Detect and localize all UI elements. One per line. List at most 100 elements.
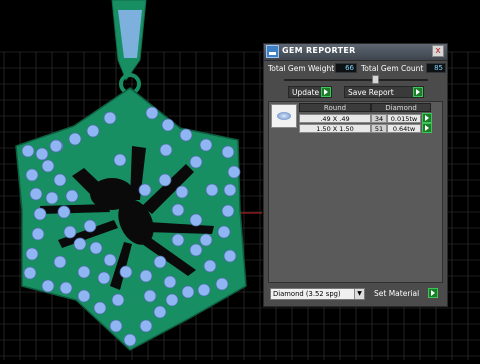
gem bbox=[145, 106, 159, 120]
gem bbox=[35, 147, 49, 161]
gem bbox=[25, 168, 39, 182]
gem bbox=[113, 153, 127, 167]
gem bbox=[59, 281, 73, 295]
total-gem-weight-value: 66 bbox=[335, 63, 357, 73]
gem bbox=[23, 266, 37, 280]
chevron-down-icon[interactable]: ▼ bbox=[354, 289, 364, 299]
gem bbox=[77, 265, 91, 279]
round-gem-thumbnail[interactable] bbox=[271, 104, 297, 128]
gem bbox=[199, 233, 213, 247]
gem bbox=[29, 187, 43, 201]
gem bbox=[97, 271, 111, 285]
gem bbox=[33, 207, 47, 221]
gem bbox=[109, 319, 123, 333]
save-report-label: Save Report bbox=[348, 88, 394, 97]
gem bbox=[153, 305, 167, 319]
gem bbox=[203, 259, 217, 273]
gem bbox=[205, 183, 219, 197]
gem bbox=[163, 275, 177, 289]
row-detail-arrow-icon[interactable] bbox=[422, 113, 432, 123]
gem bbox=[45, 191, 59, 205]
header-diamond: Diamond bbox=[371, 103, 431, 112]
gem-table-area: Round Diamond .49 X .49 34 0.015tw 1.50 … bbox=[268, 101, 443, 283]
gem bbox=[31, 227, 45, 241]
gem bbox=[217, 225, 231, 239]
gem bbox=[123, 333, 137, 347]
gem bbox=[21, 144, 35, 158]
gem bbox=[103, 253, 117, 267]
gem bbox=[223, 249, 237, 263]
totals-row: Total Gem Weight 66 Total Gem Count 85 bbox=[266, 63, 446, 75]
row-weight: 0.64tw bbox=[387, 124, 421, 133]
row-detail-arrow-icon[interactable] bbox=[422, 123, 432, 133]
gem bbox=[57, 205, 71, 219]
panel-slider[interactable] bbox=[284, 75, 428, 84]
gem bbox=[83, 219, 97, 233]
gem bbox=[181, 285, 195, 299]
gem bbox=[139, 269, 153, 283]
gem bbox=[68, 132, 82, 146]
gem bbox=[171, 233, 185, 247]
gem-reporter-icon bbox=[266, 45, 279, 58]
gem bbox=[77, 289, 91, 303]
gem bbox=[103, 111, 117, 125]
slider-thumb[interactable] bbox=[372, 75, 379, 84]
gem bbox=[41, 159, 55, 173]
gem bbox=[197, 283, 211, 297]
gem bbox=[171, 203, 185, 217]
set-material-label: Set Material bbox=[374, 289, 420, 298]
update-label: Update bbox=[292, 88, 320, 97]
gem bbox=[179, 128, 193, 142]
gem bbox=[165, 293, 179, 307]
update-arrow-icon bbox=[321, 87, 331, 97]
gem bbox=[189, 155, 203, 169]
gem bbox=[138, 183, 152, 197]
row-size: .49 X .49 bbox=[299, 114, 371, 123]
gem bbox=[41, 279, 55, 293]
panel-titlebar[interactable]: GEM REPORTER x bbox=[264, 44, 447, 61]
gem bbox=[189, 243, 203, 257]
gem bbox=[53, 173, 67, 187]
save-report-arrow-icon bbox=[413, 87, 423, 97]
row-count: 51 bbox=[371, 124, 387, 133]
save-report-button[interactable]: Save Report bbox=[344, 86, 424, 98]
gem bbox=[227, 165, 241, 179]
row-weight: 0.015tw bbox=[387, 114, 421, 123]
row-size: 1.50 X 1.50 bbox=[299, 124, 371, 133]
close-button[interactable]: x bbox=[432, 45, 444, 57]
gem bbox=[49, 139, 63, 153]
total-gem-count-value: 85 bbox=[426, 63, 446, 73]
material-select[interactable]: Diamond (3.52 spg) ▼ bbox=[270, 288, 365, 300]
set-material-button[interactable] bbox=[428, 288, 438, 298]
pendant-bail bbox=[111, 0, 147, 95]
gem bbox=[199, 138, 213, 152]
gem bbox=[111, 293, 125, 307]
gem bbox=[221, 204, 235, 218]
gem bbox=[161, 118, 175, 132]
gem bbox=[158, 173, 172, 187]
action-buttons: Update Save Report bbox=[288, 86, 438, 98]
gem bbox=[159, 143, 173, 157]
panel-title: GEM REPORTER bbox=[282, 46, 356, 55]
gem bbox=[223, 183, 237, 197]
gem bbox=[89, 241, 103, 255]
material-select-value: Diamond (3.52 spg) bbox=[273, 290, 341, 298]
gem bbox=[73, 237, 87, 251]
gem bbox=[175, 185, 189, 199]
gem bbox=[153, 255, 167, 269]
header-round: Round bbox=[299, 103, 371, 112]
gem bbox=[221, 145, 235, 159]
update-button[interactable]: Update bbox=[288, 86, 332, 98]
material-controls: Diamond (3.52 spg) ▼ Set Material bbox=[270, 288, 442, 300]
gem bbox=[215, 277, 229, 291]
row-count: 34 bbox=[371, 114, 387, 123]
total-gem-count-label: Total Gem Count bbox=[361, 64, 424, 73]
gem bbox=[86, 124, 100, 138]
gem bbox=[139, 319, 153, 333]
gem bbox=[53, 255, 67, 269]
gem bbox=[93, 301, 107, 315]
gem bbox=[65, 189, 79, 203]
total-gem-weight-label: Total Gem Weight bbox=[268, 64, 335, 73]
gem-reporter-panel: GEM REPORTER x Total Gem Weight 66 Total… bbox=[263, 43, 448, 307]
gem bbox=[143, 289, 157, 303]
